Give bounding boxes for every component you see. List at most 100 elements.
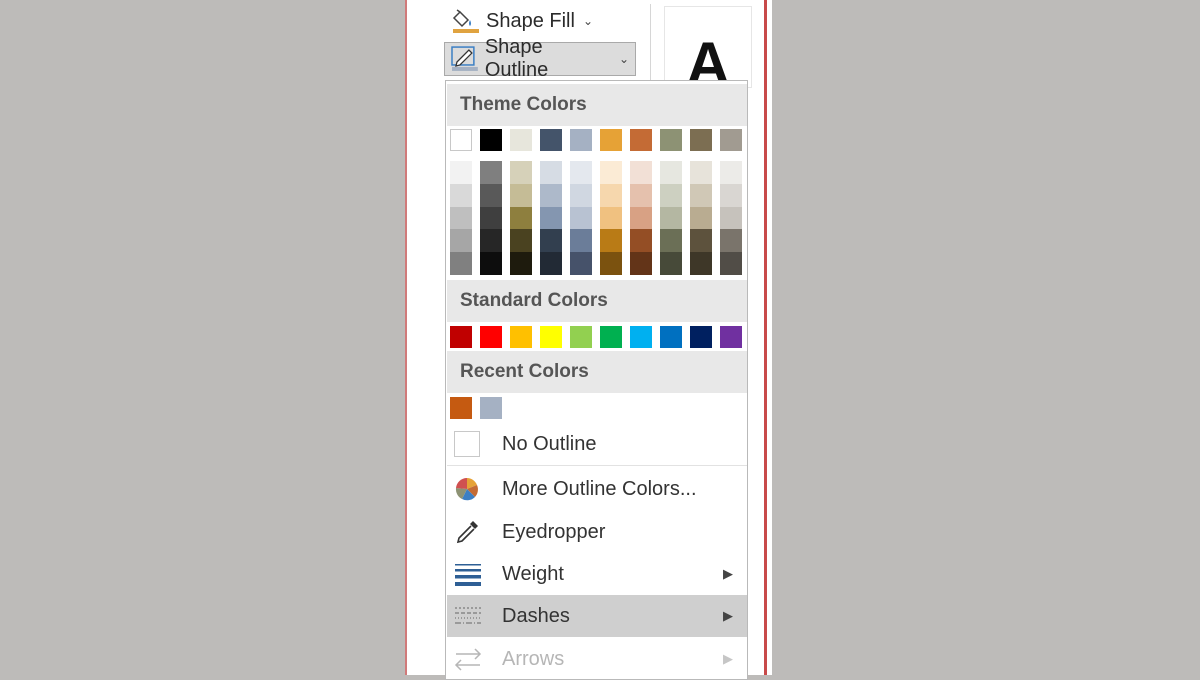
chevron-down-icon: ⌄ bbox=[618, 52, 629, 66]
theme-tint-swatch[interactable] bbox=[570, 206, 592, 230]
standard-color-swatch[interactable] bbox=[510, 326, 532, 348]
standard-color-swatch[interactable] bbox=[720, 326, 742, 348]
theme-tint-swatch[interactable] bbox=[570, 161, 592, 184]
color-wheel-icon bbox=[455, 477, 478, 501]
shape-outline-button[interactable]: Shape Outline ⌄ bbox=[444, 36, 636, 81]
more-outline-colors-label: More Outline Colors... bbox=[502, 477, 697, 500]
standard-color-swatch[interactable] bbox=[600, 326, 622, 348]
theme-tint-column bbox=[510, 161, 532, 275]
recent-color-swatch[interactable] bbox=[450, 397, 472, 419]
theme-tint-swatch[interactable] bbox=[600, 252, 622, 275]
theme-tint-swatch[interactable] bbox=[480, 161, 502, 184]
standard-color-swatch[interactable] bbox=[690, 326, 712, 348]
standard-color-swatch[interactable] bbox=[660, 326, 682, 348]
theme-color-swatch[interactable] bbox=[480, 129, 502, 151]
standard-color-swatch[interactable] bbox=[630, 326, 652, 348]
theme-color-swatch[interactable] bbox=[510, 129, 532, 151]
theme-tint-swatch[interactable] bbox=[630, 206, 652, 230]
theme-tint-swatch[interactable] bbox=[690, 252, 712, 275]
standard-color-swatch[interactable] bbox=[540, 326, 562, 348]
theme-tint-swatch[interactable] bbox=[540, 183, 562, 207]
shape-fill-button[interactable]: Shape Fill ⌄ bbox=[446, 4, 636, 38]
ribbon-group-divider bbox=[650, 4, 651, 80]
theme-tint-swatch[interactable] bbox=[510, 183, 532, 207]
theme-tint-swatch[interactable] bbox=[720, 183, 742, 207]
theme-tint-swatch[interactable] bbox=[690, 229, 712, 253]
shape-style-preview[interactable]: A bbox=[664, 6, 752, 97]
theme-color-swatch[interactable] bbox=[540, 129, 562, 151]
theme-tint-swatch[interactable] bbox=[480, 229, 502, 253]
standard-color-swatch[interactable] bbox=[450, 326, 472, 348]
theme-tint-column bbox=[570, 161, 592, 275]
theme-color-swatch[interactable] bbox=[660, 129, 682, 151]
paint-bucket-icon bbox=[452, 9, 479, 33]
standard-color-swatch[interactable] bbox=[570, 326, 592, 348]
theme-tint-swatch[interactable] bbox=[540, 206, 562, 230]
theme-tint-swatch[interactable] bbox=[480, 252, 502, 275]
theme-tint-swatch[interactable] bbox=[600, 229, 622, 253]
theme-tint-swatch[interactable] bbox=[510, 229, 532, 253]
theme-tint-swatch[interactable] bbox=[720, 206, 742, 230]
theme-tint-swatch[interactable] bbox=[630, 161, 652, 184]
dashes-item[interactable]: Dashes ▶ bbox=[447, 595, 747, 637]
menu-separator bbox=[447, 465, 747, 466]
theme-tint-swatch[interactable] bbox=[450, 161, 472, 184]
theme-tint-swatch[interactable] bbox=[450, 206, 472, 230]
recent-color-swatch[interactable] bbox=[480, 397, 502, 419]
theme-tint-swatch[interactable] bbox=[540, 161, 562, 184]
theme-color-swatch[interactable] bbox=[600, 129, 622, 151]
weight-item[interactable]: Weight ▶ bbox=[447, 553, 747, 595]
theme-tint-swatch[interactable] bbox=[630, 252, 652, 275]
submenu-arrow-icon: ▶ bbox=[723, 608, 733, 623]
theme-tint-swatch[interactable] bbox=[510, 252, 532, 275]
theme-tint-swatch[interactable] bbox=[450, 252, 472, 275]
theme-tint-swatch[interactable] bbox=[660, 252, 682, 275]
theme-tint-swatch[interactable] bbox=[630, 229, 652, 253]
theme-tint-swatch[interactable] bbox=[570, 183, 592, 207]
submenu-arrow-icon: ▶ bbox=[723, 651, 733, 666]
theme-tint-column bbox=[720, 161, 742, 275]
theme-tint-swatch[interactable] bbox=[690, 206, 712, 230]
theme-color-swatch[interactable] bbox=[630, 129, 652, 151]
theme-tint-swatch[interactable] bbox=[510, 161, 532, 184]
theme-tint-swatch[interactable] bbox=[690, 161, 712, 184]
eyedropper-item[interactable]: Eyedropper bbox=[447, 511, 747, 553]
theme-color-swatch[interactable] bbox=[570, 129, 592, 151]
theme-tint-swatch[interactable] bbox=[480, 183, 502, 207]
no-outline-item[interactable]: No Outline bbox=[447, 423, 747, 465]
theme-tint-swatch[interactable] bbox=[540, 252, 562, 275]
theme-tint-swatch[interactable] bbox=[630, 183, 652, 207]
theme-tint-swatch[interactable] bbox=[720, 252, 742, 275]
arrows-item: Arrows ▶ bbox=[447, 638, 747, 680]
theme-color-swatch[interactable] bbox=[450, 129, 472, 151]
theme-tint-swatch[interactable] bbox=[600, 183, 622, 207]
theme-tint-swatch[interactable] bbox=[600, 206, 622, 230]
theme-tint-swatch[interactable] bbox=[540, 229, 562, 253]
theme-tint-swatch[interactable] bbox=[570, 229, 592, 253]
more-outline-colors-item[interactable]: More Outline Colors... bbox=[447, 468, 747, 510]
theme-tint-swatch[interactable] bbox=[660, 161, 682, 184]
theme-tint-column bbox=[630, 161, 652, 275]
theme-tint-column bbox=[660, 161, 682, 275]
chevron-down-icon: ⌄ bbox=[582, 14, 593, 28]
eyedropper-icon bbox=[456, 521, 478, 544]
standard-color-swatch[interactable] bbox=[480, 326, 502, 348]
theme-tint-column bbox=[540, 161, 562, 275]
theme-tint-swatch[interactable] bbox=[660, 183, 682, 207]
theme-colors-header: Theme Colors bbox=[447, 84, 747, 126]
arrows-icon bbox=[454, 648, 482, 671]
theme-tint-swatch[interactable] bbox=[660, 206, 682, 230]
theme-color-swatch[interactable] bbox=[690, 129, 712, 151]
theme-tint-swatch[interactable] bbox=[450, 183, 472, 207]
theme-color-swatch[interactable] bbox=[720, 129, 742, 151]
theme-tint-swatch[interactable] bbox=[450, 229, 472, 253]
theme-tint-swatch[interactable] bbox=[720, 229, 742, 253]
eyedropper-label: Eyedropper bbox=[502, 520, 606, 543]
theme-tint-swatch[interactable] bbox=[720, 161, 742, 184]
theme-tint-swatch[interactable] bbox=[570, 252, 592, 275]
theme-tint-swatch[interactable] bbox=[660, 229, 682, 253]
theme-tint-swatch[interactable] bbox=[690, 183, 712, 207]
theme-tint-swatch[interactable] bbox=[510, 206, 532, 230]
theme-tint-swatch[interactable] bbox=[600, 161, 622, 184]
theme-tint-swatch[interactable] bbox=[480, 206, 502, 230]
